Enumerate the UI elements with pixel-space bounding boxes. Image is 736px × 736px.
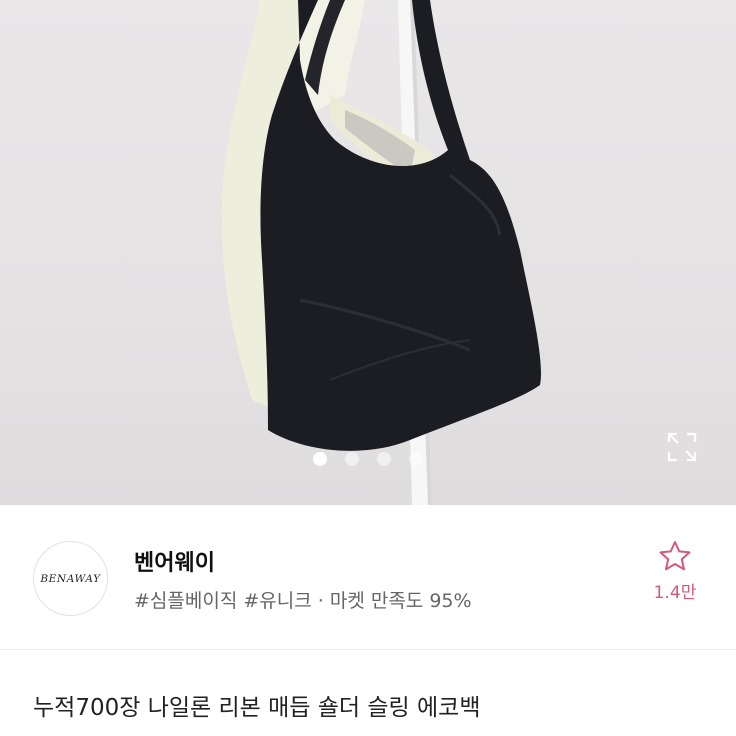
seller-meta: #심플베이직 #유니크 · 마켓 만족도 95% [134, 590, 472, 612]
seller-name[interactable]: 벤어웨이 [134, 545, 215, 577]
product-title: 누적700장 나일론 리본 매듭 숄더 슬링 에코백 [33, 695, 481, 721]
carousel-indicator [0, 452, 736, 468]
favorite-button[interactable]: 1.4만 [640, 540, 710, 603]
expand-icon [667, 432, 697, 462]
seller-logo-text: BENAWAY [40, 572, 101, 585]
favorite-count: 1.4만 [653, 583, 697, 603]
star-outline-icon [659, 541, 691, 571]
carousel-dot[interactable] [377, 452, 391, 466]
carousel-dot-active[interactable] [313, 452, 327, 466]
expand-button[interactable] [667, 432, 699, 464]
carousel-dot[interactable] [345, 452, 359, 466]
seller-row[interactable]: BENAWAY 벤어웨이 #심플베이직 #유니크 · 마켓 만족도 95% 1.… [0, 505, 736, 650]
carousel-dot[interactable] [409, 452, 423, 466]
product-photo [221, 0, 541, 505]
product-image-carousel[interactable] [0, 0, 736, 505]
seller-logo[interactable]: BENAWAY [33, 541, 108, 616]
